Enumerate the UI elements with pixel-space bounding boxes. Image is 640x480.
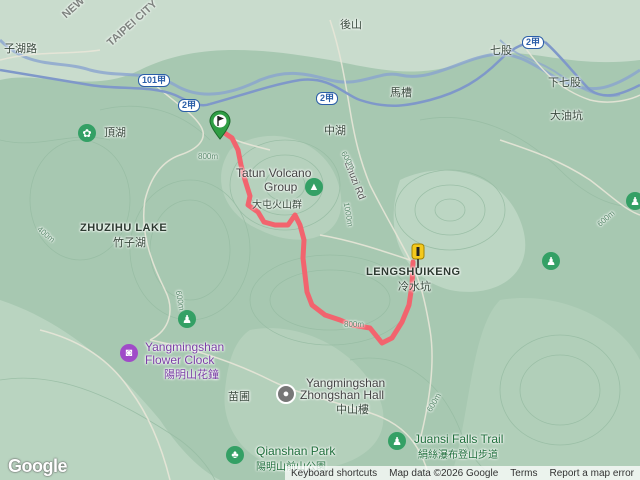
end-marker-icon[interactable]: [410, 243, 426, 269]
report-map-error-link[interactable]: Report a map error: [544, 468, 640, 479]
map-data-attribution: Map data ©2026 Google: [389, 467, 499, 479]
place-label-xiaqigu: 下七股: [548, 77, 581, 89]
place-label-qigu: 七股: [490, 45, 512, 57]
place-label-dayoukeng: 大油坑: [550, 110, 583, 122]
road-label-zihu: 子湖路: [4, 43, 37, 55]
poi-label-juansi-en: Juansi Falls Trail: [414, 432, 504, 446]
google-logo: Google: [8, 456, 68, 476]
park-icon[interactable]: ♣: [226, 446, 244, 464]
mountain-icon[interactable]: ▲: [305, 178, 323, 196]
place-label-zhuzihu-en: ZHUZIHU LAKE: [80, 222, 168, 234]
poi-label-flowerclock-zh: 陽明山花鐘: [164, 369, 219, 381]
place-label-zhonghu: 中湖: [324, 125, 346, 137]
hiker-icon[interactable]: ♟: [542, 252, 560, 270]
poi-label-zhongshan-line2: Zhongshan Hall: [300, 388, 385, 402]
poi-label-tatun-zh: 大屯火山群: [252, 200, 302, 211]
place-label-machao: 馬槽: [390, 87, 412, 99]
road-shield-2a: 2甲: [178, 99, 201, 112]
poi-label-qianshan-en: Qianshan Park: [256, 444, 336, 458]
hiker-icon[interactable]: ♟: [626, 192, 640, 210]
keyboard-shortcuts-link[interactable]: Keyboard shortcuts: [285, 468, 383, 479]
contour-label: 800m: [198, 152, 219, 161]
poi-label-juansi-zh: 絹絲瀑布登山步道: [418, 450, 498, 461]
road-shield-2a: 2甲: [316, 92, 339, 105]
poi-label-tatun-line2: Group: [264, 180, 298, 194]
road-shield-2a: 2甲: [522, 36, 545, 49]
place-label-dinghu: 頂湖: [104, 127, 126, 139]
poi-label-flowerclock-line2: Flower Clock: [145, 353, 215, 367]
flower-icon[interactable]: ✿: [78, 124, 96, 142]
map-footer: Keyboard shortcuts Map data ©2026 Google…: [284, 466, 640, 480]
place-label-zhuzihu-zh: 竹子湖: [113, 237, 146, 249]
place-label-miaopu: 苗圃: [228, 391, 250, 403]
road-shield-101a: 101甲: [138, 74, 171, 87]
start-marker-icon[interactable]: [209, 110, 231, 140]
poi-label-zhongshan-zh: 中山樓: [336, 404, 369, 416]
hiker-icon[interactable]: ♟: [388, 432, 406, 450]
hiker-icon[interactable]: ♟: [178, 310, 196, 328]
poi-label-tatun-line1: Tatun Volcano: [236, 166, 312, 180]
poi-label-flowerclock-line1: Yangmingshan: [145, 340, 225, 354]
camera-icon[interactable]: ◙: [120, 344, 138, 362]
terms-link[interactable]: Terms: [504, 468, 543, 479]
landmark-icon[interactable]: ●: [276, 384, 296, 404]
place-label-houshan: 後山: [340, 19, 362, 31]
contour-label: 800m: [344, 320, 365, 329]
map-canvas[interactable]: 101甲 2甲 2甲 2甲 NEW TAIPEI CITY TAIPEI CIT…: [0, 0, 640, 480]
place-label-lengshuikeng-zh: 冷水坑: [398, 281, 431, 293]
terrain-layer: [0, 0, 640, 480]
